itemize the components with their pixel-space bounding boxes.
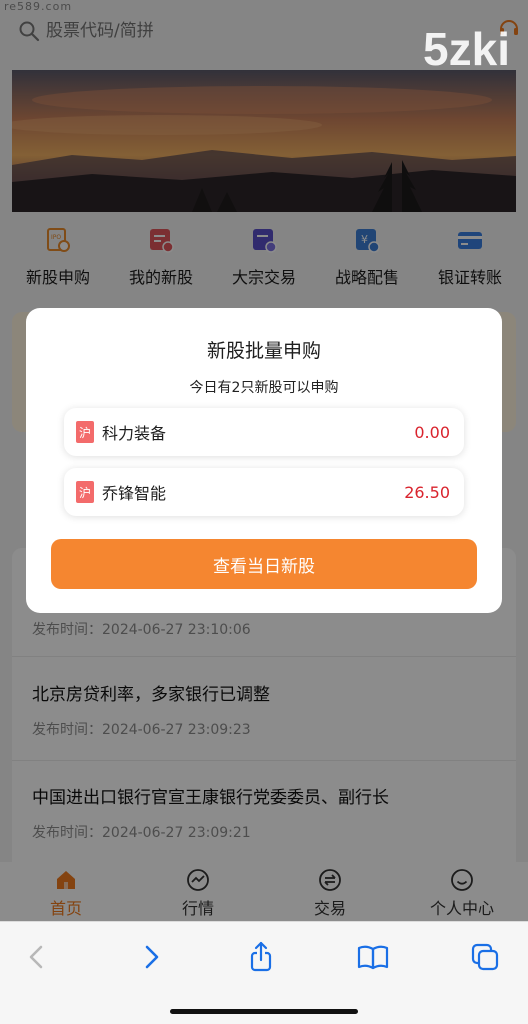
brand-logo: 5zki: [423, 23, 510, 75]
ipo-item[interactable]: 沪 科力装备 0.00: [64, 408, 464, 456]
ipo-item[interactable]: 沪 乔锋智能 26.50: [64, 468, 464, 516]
ipo-name: 科力装备: [102, 424, 167, 443]
back-icon[interactable]: [20, 940, 54, 974]
market-tag: 沪: [76, 481, 94, 503]
market-tag: 沪: [76, 421, 94, 443]
modal-title: 新股批量申购: [206, 340, 321, 362]
forward-icon[interactable]: [134, 940, 168, 974]
share-icon[interactable]: [244, 940, 278, 974]
home-indicator: [170, 1009, 358, 1014]
ipo-batch-modal: 新股批量申购 今日有2只新股可以申购 沪 科力装备 0.00 沪 乔锋智能 26…: [26, 308, 502, 613]
ipo-name: 乔锋智能: [102, 484, 167, 503]
browser-toolbar: [0, 921, 528, 1024]
ipo-price: 26.50: [404, 482, 450, 502]
ipo-price: 0.00: [414, 422, 450, 442]
modal-subtitle: 今日有2只新股可以申购: [189, 380, 339, 396]
tabs-icon[interactable]: [468, 940, 502, 974]
bookmarks-icon[interactable]: [356, 940, 390, 974]
app-screen: re589.com 5zki 股票代码/简拼 IPO 新股申购 我的新股 大宗交…: [0, 0, 528, 921]
view-today-ipo-button[interactable]: 查看当日新股: [51, 539, 477, 589]
